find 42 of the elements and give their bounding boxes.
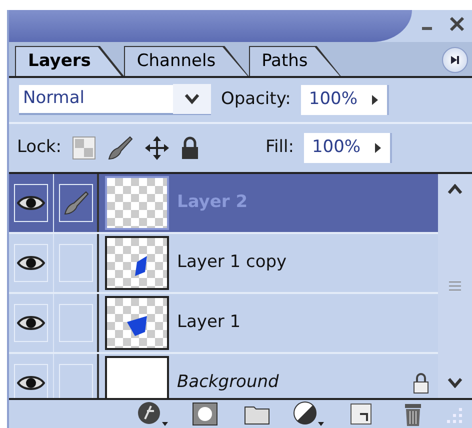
opacity-label: Opacity:: [221, 88, 291, 112]
new-layer-icon: [350, 403, 372, 425]
caret-right-icon: [374, 142, 382, 154]
layer-name: Layer 1: [177, 311, 242, 334]
brush-icon[interactable]: [106, 135, 134, 161]
visibility-toggle[interactable]: [14, 304, 48, 342]
visibility-toggle[interactable]: [14, 244, 48, 282]
chevron-down-icon: [184, 93, 200, 105]
minimize-icon: [422, 26, 432, 30]
play-end-icon: [449, 54, 461, 66]
blend-mode-dropdown[interactable]: Normal: [19, 85, 211, 115]
padlock-icon[interactable]: [180, 136, 200, 160]
link-toggle[interactable]: [58, 364, 92, 398]
visibility-toggle[interactable]: [14, 364, 48, 398]
panel-tab[interactable]: Paths: [248, 46, 341, 76]
panel-tab[interactable]: Channels: [124, 46, 249, 76]
panel-tab[interactable]: Layers: [15, 46, 124, 76]
panel-menu-button[interactable]: [442, 47, 468, 73]
layer-row[interactable]: Layer 1: [9, 294, 438, 354]
eye-icon: [17, 314, 45, 332]
layer-name: Background: [177, 371, 280, 394]
close-icon: [449, 16, 465, 32]
brush-icon: [62, 190, 88, 216]
scroll-grip-icon: [449, 281, 461, 291]
layer-row[interactable]: Layer 1 copy: [9, 234, 438, 294]
link-toggle[interactable]: [58, 244, 92, 282]
visibility-toggle[interactable]: [14, 184, 48, 222]
fill-field[interactable]: 100%: [304, 133, 392, 163]
lock-label: Lock:: [17, 136, 62, 160]
chevron-down-icon: [447, 378, 463, 388]
eye-icon: [17, 254, 45, 272]
opacity-field[interactable]: 100%: [300, 85, 389, 115]
eye-icon: [17, 374, 45, 392]
scrollbar[interactable]: [438, 174, 472, 398]
chevron-up-icon: [447, 184, 463, 194]
fill-label: Fill:: [266, 136, 294, 160]
caret-right-icon: [370, 94, 379, 106]
link-toggle[interactable]: [58, 304, 92, 342]
move-icon[interactable]: [144, 135, 170, 161]
eye-icon: [17, 194, 45, 212]
layer-name: Layer 1 copy: [177, 251, 288, 274]
link-toggle[interactable]: [58, 184, 92, 222]
